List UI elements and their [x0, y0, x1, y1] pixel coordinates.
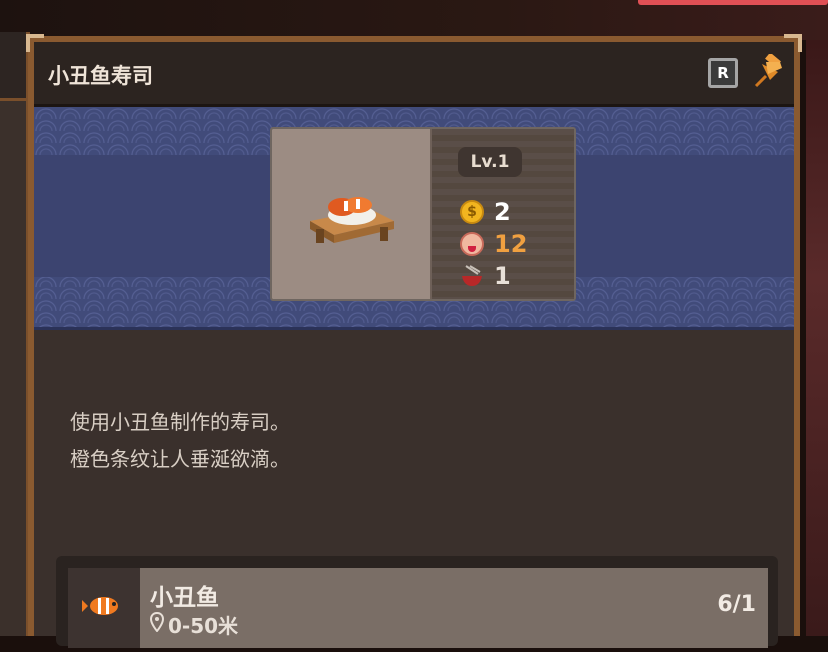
item-card: Lv.1 $ 2 12 1 [270, 127, 576, 301]
ingredient-location: 0-50米 [149, 610, 239, 639]
servings-stat: 1 [460, 262, 511, 290]
bowl-icon [460, 264, 484, 288]
description-line: 橙色条纹让人垂涎欲滴。 [70, 447, 290, 471]
background-right [806, 40, 828, 636]
item-title: 小丑鱼寿司 [48, 64, 153, 88]
clownfish-icon [68, 568, 140, 648]
ingredient-row[interactable]: 小丑鱼 0-50米 6/1 [68, 568, 768, 648]
ingredients-section: 小丑鱼 0-50米 6/1 [56, 556, 778, 648]
level-badge: Lv.1 [458, 147, 522, 177]
ingredient-name: 小丑鱼 [150, 585, 219, 611]
taste-stat: 12 [460, 230, 528, 258]
price-value: 2 [494, 198, 511, 226]
price-stat: $ 2 [460, 198, 511, 226]
location-pin-icon [149, 611, 168, 637]
taste-icon [460, 232, 484, 256]
background-top [0, 0, 828, 40]
ingredient-count: 6/1 [717, 592, 756, 617]
coin-icon: $ [460, 200, 484, 224]
location-range: 0-50米 [168, 614, 239, 638]
clownfish-sushi-icon [272, 129, 432, 299]
adjacent-card-left[interactable] [0, 32, 30, 636]
red-indicator-bar [638, 0, 828, 5]
taste-value: 12 [494, 230, 528, 258]
item-description: 使用小丑鱼制作的寿司。 橙色条纹让人垂涎欲滴。 [70, 404, 290, 478]
item-banner: Lv.1 $ 2 12 1 [34, 107, 794, 330]
panel-header: 小丑鱼寿司 R [34, 42, 794, 107]
description-line: 使用小丑鱼制作的寿司。 [70, 410, 290, 434]
item-detail-panel: 小丑鱼寿司 R Lv.1 $ 2 12 1 使用小丑鱼制作的寿司。 橙色条纹让人… [26, 34, 802, 648]
servings-value: 1 [494, 262, 511, 290]
hotkey-r-button[interactable]: R [708, 58, 738, 88]
pin-icon[interactable] [752, 52, 786, 90]
item-stats: Lv.1 $ 2 12 1 [432, 129, 574, 299]
